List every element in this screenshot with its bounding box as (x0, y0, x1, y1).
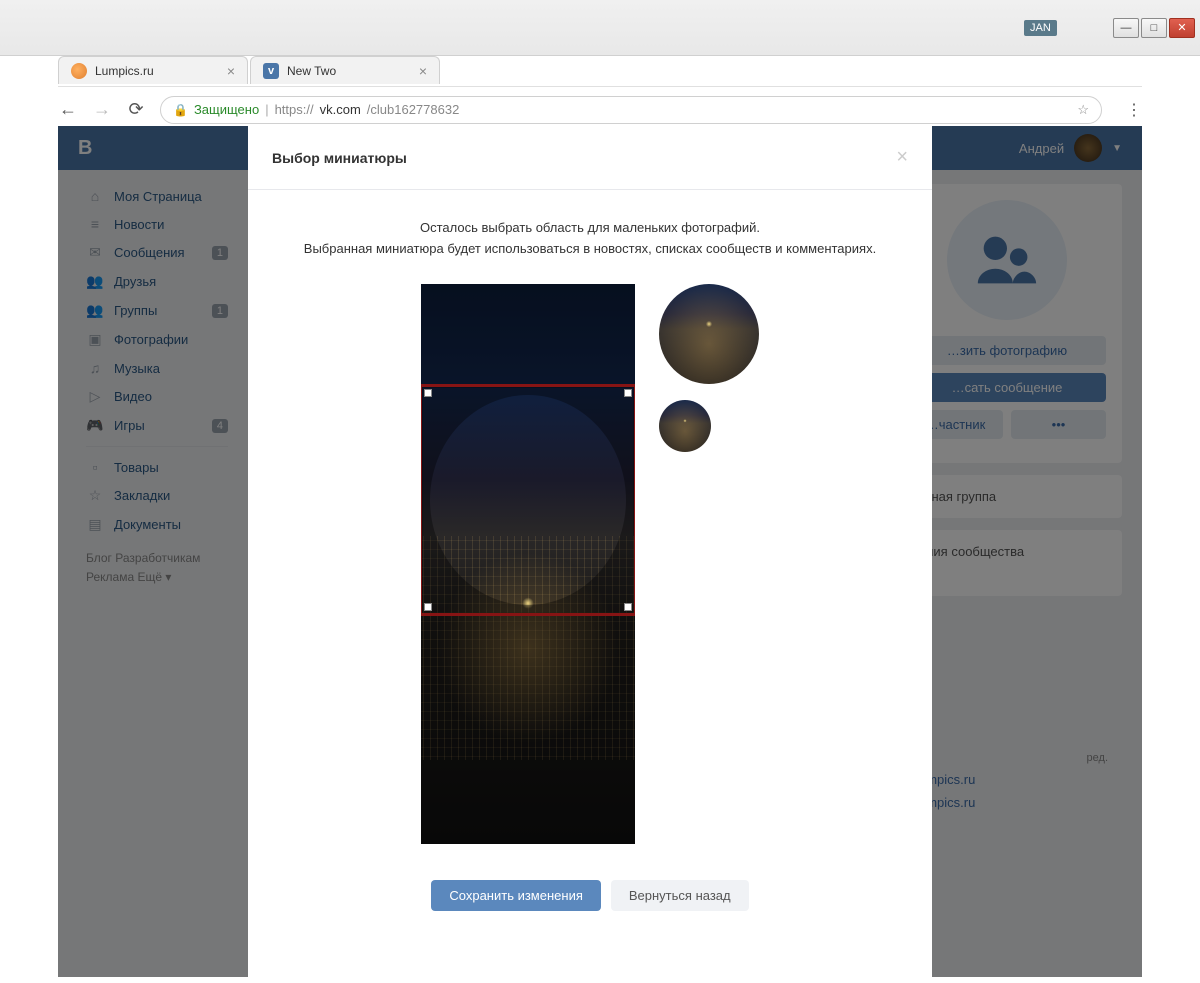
window-badge: JAN (1024, 20, 1057, 36)
crop-image[interactable] (421, 284, 635, 844)
desc-line-1: Осталось выбрать область для маленьких ф… (288, 218, 892, 239)
browser-nav-row: ← → ⟳ 🔒 Защищено | https:// vk.com /club… (58, 86, 1142, 126)
modal-footer: Сохранить изменения Вернуться назад (248, 864, 932, 927)
resize-handle-tl[interactable] (424, 389, 432, 397)
crop-area (288, 284, 892, 844)
close-icon[interactable]: × (896, 146, 908, 169)
save-button[interactable]: Сохранить изменения (431, 880, 601, 911)
url-path: /club162778632 (367, 102, 460, 117)
browser-tabs: Lumpics.ru × v New Two × (58, 56, 440, 84)
preview-column (659, 284, 759, 452)
close-icon[interactable]: × (419, 63, 427, 79)
url-prefix: https:// (275, 102, 314, 117)
forward-button[interactable]: → (92, 99, 112, 120)
lock-icon: 🔒 (173, 103, 188, 117)
tab-title: New Two (287, 64, 336, 78)
resize-handle-br[interactable] (624, 603, 632, 611)
favicon-icon: v (263, 63, 279, 79)
desc-line-2: Выбранная миниатюра будет использоваться… (288, 239, 892, 260)
maximize-button[interactable]: □ (1141, 18, 1167, 38)
crop-selection[interactable] (421, 384, 635, 616)
back-button[interactable]: Вернуться назад (611, 880, 749, 911)
address-bar[interactable]: 🔒 Защищено | https:// vk.com /club162778… (160, 96, 1102, 124)
preview-small (659, 400, 711, 452)
tab-lumpics[interactable]: Lumpics.ru × (58, 56, 248, 84)
browser-menu-icon[interactable]: ⋮ (1126, 100, 1142, 120)
url-host: vk.com (320, 102, 361, 117)
reload-button[interactable]: ⟳ (126, 99, 146, 120)
modal-body: Осталось выбрать область для маленьких ф… (248, 190, 932, 864)
minimize-button[interactable]: — (1113, 18, 1139, 38)
favicon-icon (71, 63, 87, 79)
separator: | (265, 102, 268, 117)
tab-title: Lumpics.ru (95, 64, 154, 78)
modal-description: Осталось выбрать область для маленьких ф… (288, 218, 892, 260)
resize-handle-bl[interactable] (424, 603, 432, 611)
close-button[interactable]: ✕ (1169, 18, 1195, 38)
secure-label: Защищено (194, 102, 259, 117)
vk-page: B Андрей ▼ ⌂Моя Страница ≡Новости ✉Сообщ… (58, 126, 1142, 977)
window-titlebar: JAN — □ ✕ (0, 0, 1200, 56)
close-icon[interactable]: × (227, 63, 235, 79)
thumbnail-modal: Выбор миниатюры × Осталось выбрать облас… (248, 126, 932, 977)
crop-circle (430, 395, 626, 605)
modal-header: Выбор миниатюры × (248, 126, 932, 190)
tab-newtwo[interactable]: v New Two × (250, 56, 440, 84)
modal-title: Выбор миниатюры (272, 150, 407, 166)
bookmark-star-icon[interactable]: ☆ (1077, 102, 1089, 118)
back-button[interactable]: ← (58, 99, 78, 120)
preview-large (659, 284, 759, 384)
resize-handle-tr[interactable] (624, 389, 632, 397)
